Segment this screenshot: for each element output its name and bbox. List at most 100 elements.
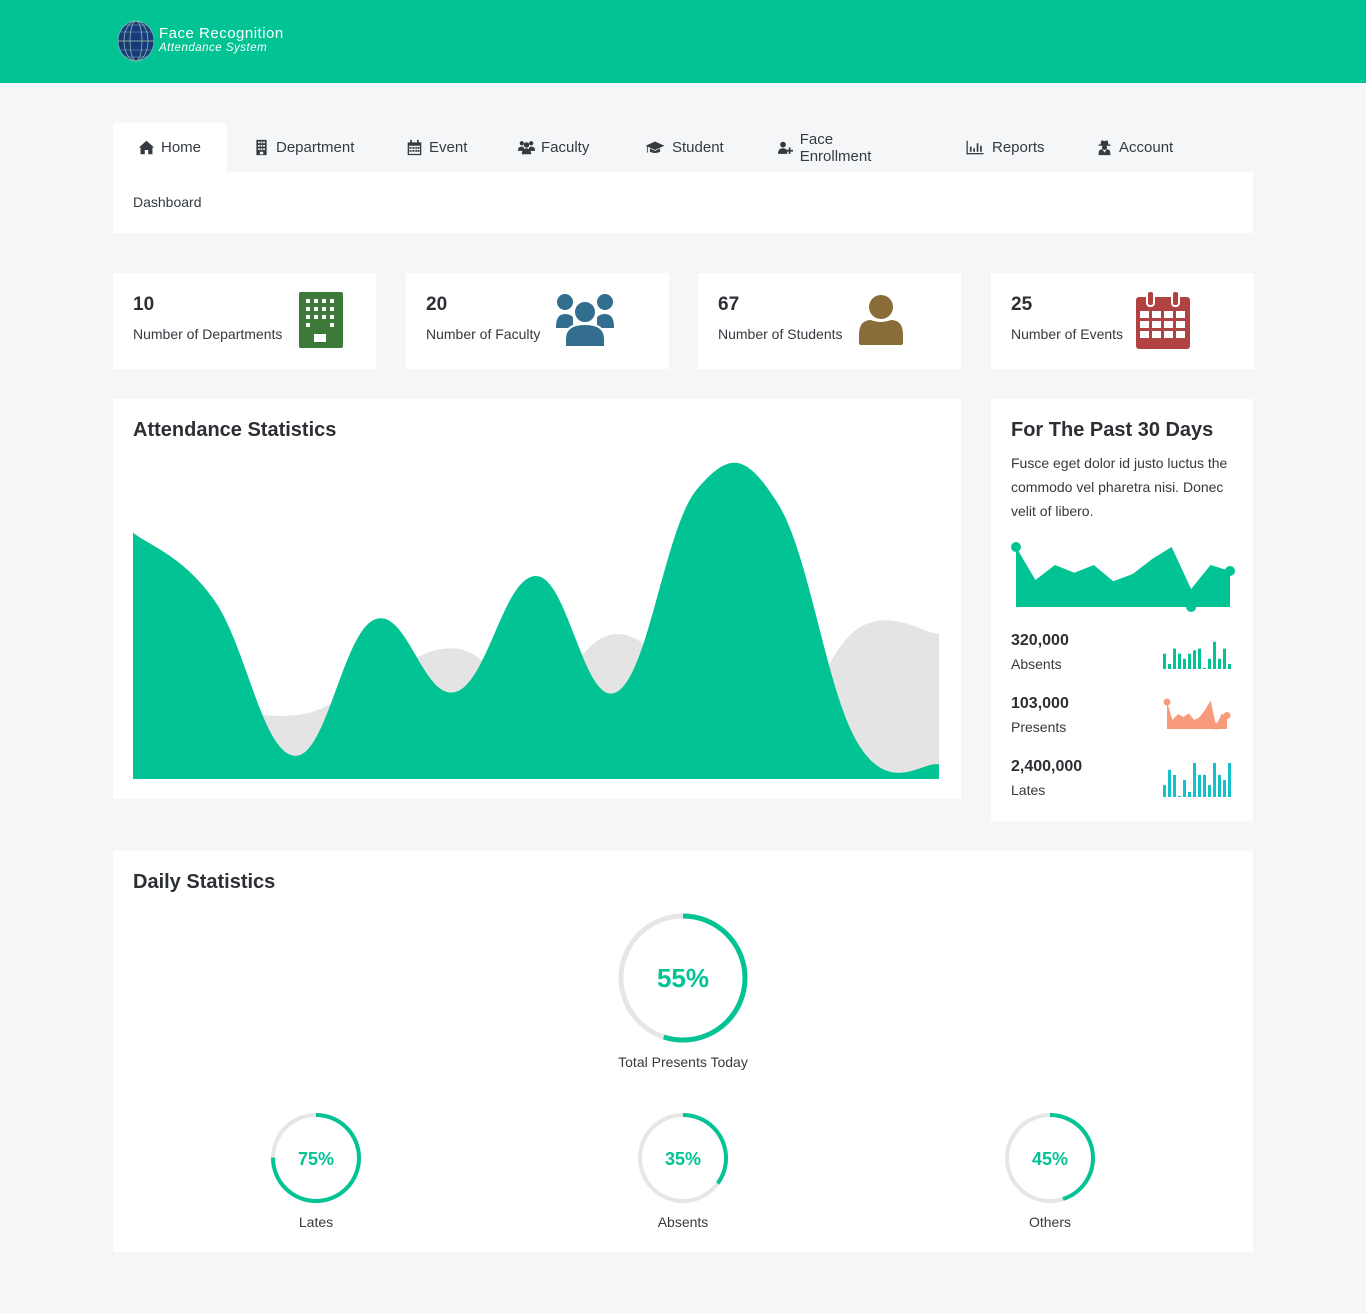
- sparkline-bar: [1183, 780, 1186, 797]
- trend-area-chart: [1011, 542, 1235, 612]
- sparkline-bar: [1218, 774, 1221, 797]
- tab-label: Home: [161, 139, 202, 156]
- sparkline-point: [1223, 712, 1231, 719]
- sparkline-bar: [1218, 658, 1221, 669]
- past-30-days-card: For The Past 30 Days Fusce eget dolor id…: [991, 399, 1253, 821]
- tab-label: Event: [429, 139, 468, 156]
- building-icon: [256, 139, 267, 156]
- trend-point-min: [1186, 602, 1197, 612]
- progress-percent: 75%: [298, 1149, 334, 1169]
- sparkline-bar: [1193, 650, 1196, 669]
- progress-label: Others: [1028, 1214, 1071, 1230]
- progress-percent: 45%: [1032, 1149, 1068, 1169]
- sparkline-bar: [1163, 653, 1166, 669]
- sparkline-bar: [1188, 653, 1191, 669]
- tab-account[interactable]: Account: [1096, 123, 1173, 172]
- tab-label: Student: [672, 139, 724, 156]
- sparkline-bar: [1203, 667, 1206, 669]
- daily-statistics-card: Daily Statistics 55% Total Presents Toda…: [113, 851, 1253, 1252]
- card-description: Fusce eget dolor id justo luctus the com…: [1011, 455, 1228, 519]
- breadcrumb-bar: Dashboard: [113, 172, 1253, 233]
- card-title: For The Past 30 Days: [1011, 419, 1214, 441]
- app-logo[interactable]: Face Recognition Attendance System: [116, 19, 284, 63]
- trend-point-end: [1225, 566, 1235, 576]
- stat-value: 25: [1011, 294, 1033, 315]
- sparkline-bar: [1208, 785, 1211, 797]
- stat-card-departments[interactable]: 10 Number of Departments: [113, 273, 376, 369]
- app-title-line2: Attendance System: [159, 42, 268, 54]
- sparkline-bar: [1223, 780, 1226, 797]
- stat-label: Number of Faculty: [426, 326, 541, 342]
- trend-area: [1016, 547, 1230, 607]
- sparkline-bar: [1198, 648, 1201, 669]
- sparkline-bar: [1183, 658, 1186, 669]
- tab-event[interactable]: Event: [406, 123, 467, 172]
- navigation-panel: Home Department Event Faculty Student Fa…: [113, 123, 1253, 233]
- tab-faculty[interactable]: Faculty: [518, 123, 589, 172]
- sparkline-bar: [1228, 763, 1231, 797]
- sparkline-bar: [1203, 774, 1206, 797]
- progress-label: Total Presents Today: [618, 1054, 748, 1070]
- metric-value-absents: 320,000: [1011, 632, 1069, 649]
- user-plus-icon: [778, 141, 793, 154]
- area-series-primary: [133, 462, 939, 779]
- sparkline-bar: [1213, 763, 1216, 797]
- sparkline-bar: [1178, 795, 1181, 797]
- sparkline-bar: [1228, 663, 1231, 669]
- metric-value-lates: 2,400,000: [1011, 758, 1083, 775]
- tab-label: Account: [1119, 139, 1174, 156]
- users-icon: [554, 292, 616, 348]
- stat-card-students[interactable]: 67 Number of Students: [698, 273, 961, 369]
- users-icon: [518, 141, 535, 155]
- sparkline-bar: [1223, 648, 1226, 669]
- home-icon: [138, 140, 155, 155]
- sparkline-bar: [1178, 653, 1181, 669]
- tab-home[interactable]: Home: [113, 123, 227, 172]
- stat-label: Number of Events: [1011, 326, 1124, 342]
- sparkline-point: [1163, 698, 1171, 706]
- tab-student[interactable]: Student: [644, 123, 724, 172]
- stat-value: 10: [133, 294, 155, 315]
- sparkline-bar: [1173, 648, 1176, 669]
- attendance-area-chart: [133, 462, 939, 779]
- bar-chart-icon: [966, 140, 984, 155]
- tab-department[interactable]: Department: [253, 123, 354, 172]
- tab-reports[interactable]: Reports: [964, 123, 1045, 172]
- stat-value: 67: [718, 294, 740, 315]
- progress-percent: 35%: [665, 1149, 701, 1169]
- presents-sparkline: [1163, 698, 1231, 730]
- globe-logo-icon: [117, 20, 155, 62]
- card-title: Daily Statistics: [133, 871, 276, 893]
- stat-card-faculty[interactable]: 20 Number of Faculty: [406, 273, 669, 369]
- others-progress-ring: 45%: [1005, 1113, 1095, 1203]
- user-icon: [859, 295, 903, 345]
- top-header: Face Recognition Attendance System: [0, 0, 1366, 83]
- sparkline-bar: [1168, 663, 1171, 669]
- progress-percent: 55%: [657, 963, 709, 993]
- sparkline-bar: [1168, 769, 1171, 797]
- sparkline-bar: [1198, 774, 1201, 797]
- stat-card-events[interactable]: 25 Number of Events: [991, 273, 1254, 369]
- sparkline-bar: [1213, 641, 1216, 669]
- tab-face-enrollment[interactable]: Face Enrollment: [778, 123, 878, 172]
- tab-label: Faculty: [541, 139, 590, 156]
- sparkline-bar: [1173, 774, 1176, 797]
- breadcrumb: Dashboard: [133, 194, 202, 210]
- lates-sparkline: [1163, 763, 1231, 797]
- stat-label: Number of Students: [718, 326, 843, 342]
- tab-label: Face Enrollment: [799, 130, 872, 165]
- calendar-icon: [407, 139, 422, 156]
- sparkline-point: [1212, 722, 1220, 730]
- progress-label: Lates: [298, 1214, 334, 1230]
- user-secret-icon: [1098, 140, 1111, 156]
- sparkline-bar: [1188, 791, 1191, 797]
- stat-label: Number of Departments: [133, 326, 283, 342]
- tab-label: Department: [276, 139, 355, 156]
- sparkline-bar: [1163, 785, 1166, 797]
- metric-label-lates: Lates: [1011, 782, 1046, 798]
- stat-value: 20: [426, 294, 448, 315]
- trend-point-start: [1011, 542, 1021, 552]
- absents-sparkline: [1163, 641, 1231, 669]
- metric-label-absents: Absents: [1011, 656, 1062, 672]
- progress-label: Absents: [657, 1214, 709, 1230]
